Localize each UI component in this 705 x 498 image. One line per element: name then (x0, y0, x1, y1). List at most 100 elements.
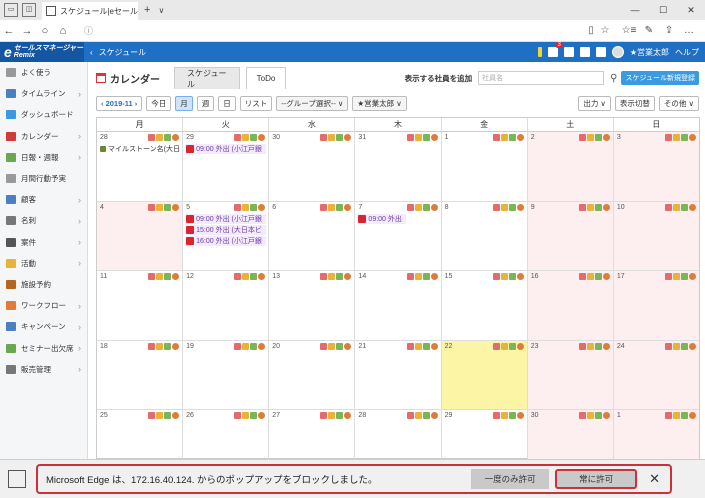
report-icon[interactable] (579, 47, 590, 57)
add-report-icon[interactable] (250, 203, 258, 211)
sidebar-item[interactable]: セミナー出欠席 › (0, 337, 87, 358)
add-schedule-icon[interactable] (148, 412, 156, 419)
add-visit-icon[interactable] (258, 134, 266, 141)
calendar-day-cell[interactable]: 2 (527, 132, 614, 201)
document-icon[interactable] (595, 47, 606, 57)
add-schedule-icon[interactable] (578, 203, 586, 211)
add-todo-icon[interactable] (156, 273, 164, 280)
add-todo-icon[interactable] (242, 203, 250, 211)
milestone-event[interactable]: マイルストーン名(大日 (100, 144, 180, 154)
add-visit-icon[interactable] (344, 412, 352, 419)
add-todo-icon[interactable] (500, 203, 508, 211)
add-schedule-icon[interactable] (234, 342, 242, 350)
add-schedule-icon[interactable] (492, 134, 500, 141)
chat-icon[interactable]: 3 (547, 42, 563, 57)
more-menu-icon[interactable]: … (679, 25, 699, 36)
help-link[interactable]: ヘルプ (675, 47, 699, 58)
user-select[interactable]: ★営業太郎 ∨ (352, 95, 407, 111)
calendar-day-cell[interactable]: 30 (269, 132, 356, 201)
add-report-icon[interactable] (594, 342, 602, 350)
back-button[interactable]: ← (0, 25, 18, 37)
add-todo-icon[interactable] (586, 412, 594, 419)
add-schedule-icon[interactable] (664, 342, 672, 350)
app-logo[interactable]: e セールスマネージャー Remix (0, 42, 84, 62)
add-report-icon[interactable] (164, 342, 172, 350)
add-todo-icon[interactable] (500, 273, 508, 280)
close-window-button[interactable]: ✕ (677, 0, 705, 20)
add-visit-icon[interactable] (688, 412, 696, 419)
add-schedule-icon[interactable] (320, 342, 328, 350)
add-schedule-icon[interactable] (148, 342, 156, 350)
calendar-day-cell[interactable]: 1 (442, 132, 528, 201)
add-visit-icon[interactable] (172, 134, 180, 141)
tab-preview-icon[interactable]: ▭ (4, 3, 18, 17)
forward-button[interactable]: → (18, 25, 36, 37)
favorite-star-icon[interactable]: ☆ (598, 25, 612, 36)
add-todo-icon[interactable] (586, 203, 594, 211)
add-report-icon[interactable] (250, 273, 258, 280)
add-report-icon[interactable] (594, 412, 602, 419)
calendar-day-cell[interactable]: 16 (527, 271, 614, 340)
add-visit-icon[interactable] (602, 412, 610, 419)
avatar[interactable] (611, 46, 624, 58)
calendar-day-cell[interactable]: 4 (97, 201, 184, 270)
add-visit-icon[interactable] (172, 412, 180, 419)
add-schedule-icon[interactable] (578, 412, 586, 419)
calendar-day-cell[interactable]: 8 (442, 201, 528, 270)
add-visit-icon[interactable] (172, 342, 180, 350)
calendar-day-cell[interactable]: 21 (355, 340, 442, 409)
sidebar-item[interactable]: 名刺 › (0, 210, 87, 231)
add-schedule-icon[interactable] (406, 203, 414, 211)
add-schedule-icon[interactable] (148, 203, 156, 211)
calendar-day-cell[interactable]: 23 (527, 340, 614, 409)
calendar-day-cell[interactable]: 18 (97, 340, 184, 409)
sidebar-item[interactable]: キャンペーン › (0, 316, 87, 337)
add-todo-icon[interactable] (586, 134, 594, 141)
view-week-button[interactable]: 週 (196, 95, 215, 111)
add-report-icon[interactable] (422, 412, 430, 419)
sidebar-item[interactable]: 販売管理 › (0, 359, 87, 380)
add-report-icon[interactable] (680, 273, 688, 280)
mail-icon[interactable] (563, 47, 574, 57)
add-schedule-icon[interactable] (234, 203, 242, 211)
add-visit-icon[interactable] (688, 203, 696, 211)
add-report-icon[interactable] (422, 273, 430, 280)
add-report-icon[interactable] (250, 342, 258, 350)
add-report-icon[interactable] (422, 203, 430, 211)
add-todo-icon[interactable] (414, 134, 422, 141)
add-visit-icon[interactable] (258, 342, 266, 350)
add-report-icon[interactable] (594, 273, 602, 280)
add-schedule-icon[interactable] (234, 273, 242, 280)
calendar-day-cell[interactable]: 29 09:00 外出 (小江戸銀 (183, 132, 270, 201)
calendar-day-cell[interactable]: 19 (183, 340, 270, 409)
set-aside-tabs-icon[interactable]: ◫ (22, 3, 36, 17)
add-todo-icon[interactable] (242, 412, 250, 419)
add-report-icon[interactable] (508, 273, 516, 280)
add-schedule-icon[interactable] (578, 342, 586, 350)
tab-todo[interactable]: ToDo (246, 67, 286, 89)
add-schedule-icon[interactable] (320, 203, 328, 211)
sidebar-item[interactable]: 顧客 › (0, 189, 87, 210)
add-visit-icon[interactable] (344, 342, 352, 350)
refresh-button[interactable]: ○ (36, 25, 54, 37)
add-todo-icon[interactable] (500, 412, 508, 419)
user-name[interactable]: ★営業太郎 (630, 47, 669, 58)
search-icon[interactable]: ⚲ (610, 73, 617, 84)
add-todo-icon[interactable] (328, 203, 336, 211)
add-todo-icon[interactable] (156, 134, 164, 141)
calendar-day-cell[interactable]: 24 (613, 340, 699, 409)
add-report-icon[interactable] (164, 273, 172, 280)
calendar-day-cell[interactable]: 17 (613, 271, 699, 340)
new-schedule-button[interactable]: スケジュール新規登録 (621, 71, 699, 85)
add-report-icon[interactable] (508, 342, 516, 350)
add-schedule-icon[interactable] (320, 273, 328, 280)
add-schedule-icon[interactable] (664, 134, 672, 141)
add-report-icon[interactable] (594, 134, 602, 141)
calendar-day-cell[interactable]: 14 (355, 271, 442, 340)
add-visit-icon[interactable] (430, 134, 438, 141)
add-todo-icon[interactable] (500, 342, 508, 350)
calendar-day-cell[interactable]: 15 (442, 271, 528, 340)
add-todo-icon[interactable] (156, 412, 164, 419)
favorites-hub-icon[interactable]: ☆≡ (619, 25, 639, 36)
add-report-icon[interactable] (422, 134, 430, 141)
